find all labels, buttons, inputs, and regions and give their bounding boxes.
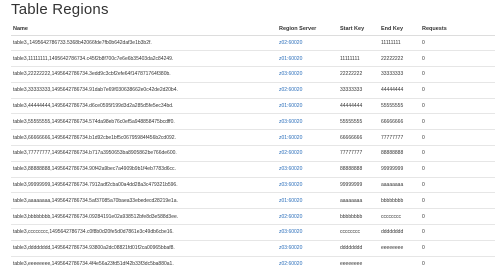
requests-cell: 0 — [420, 34, 495, 51]
table-row: table3,22222222,1495642786734.3edd9c3cbf… — [11, 66, 495, 83]
region-server-link[interactable]: z01:60020 — [277, 129, 338, 146]
start-key-cell: dddddddd — [338, 239, 379, 257]
end-key-cell: eeeeeeee — [379, 239, 420, 257]
table-row: table3,44444444,1495642786734.d6ce0595f1… — [11, 97, 495, 114]
requests-cell: 0 — [420, 145, 495, 162]
requests-cell: 0 — [420, 66, 495, 83]
start-key-cell: aaaaaaaa — [338, 192, 379, 209]
start-key-cell: eeeeeeee — [338, 255, 379, 272]
region-server-link[interactable]: z01:60020 — [277, 50, 338, 67]
table-row: table3,88888888,1495642786734.90f42a9bec… — [11, 160, 495, 178]
table-row: table3,eeeeeeee,1495642786734.4f4e56a23f… — [11, 255, 495, 272]
requests-cell: 0 — [420, 50, 495, 67]
requests-cell: 0 — [420, 192, 495, 209]
requests-cell: 0 — [420, 81, 495, 99]
start-key-cell: cccccccc — [338, 224, 379, 241]
region-name-cell: table3,77777777,1495642786734.b717a39506… — [11, 145, 277, 162]
region-server-link[interactable]: z03:60020 — [277, 113, 338, 130]
start-key-cell: 44444444 — [338, 97, 379, 114]
region-name-cell: table3,,1495642786733.5368b42066fde7fb0b… — [11, 34, 277, 51]
column-header-end-key: End Key — [379, 23, 420, 36]
start-key-cell: 22222222 — [338, 66, 379, 83]
region-server-link[interactable]: z03:60020 — [277, 239, 338, 257]
end-key-cell: 11111111 — [379, 34, 420, 51]
requests-cell: 0 — [420, 129, 495, 146]
table-row: table3,dddddddd,1495642786734.93800a2dc0… — [11, 239, 495, 257]
start-key-cell: 88888888 — [338, 160, 379, 178]
table-row: table3,aaaaaaaa,1495642786734.5af37085a7… — [11, 192, 495, 209]
region-name-cell: table3,22222222,1495642786734.3edd9c3cbf… — [11, 66, 277, 83]
start-key-cell: 33333333 — [338, 81, 379, 99]
region-name-cell: table3,aaaaaaaa,1495642786734.5af37085a7… — [11, 192, 277, 209]
start-key-cell: 77777777 — [338, 145, 379, 162]
column-header-requests: Requests — [420, 23, 495, 36]
table-header-row: Name Region Server Start Key End Key Req… — [11, 23, 495, 36]
table-row: table3,33333333,1495642786734.91dab7e69f… — [11, 81, 495, 99]
requests-cell: 0 — [420, 208, 495, 225]
start-key-cell: 66666666 — [338, 129, 379, 146]
requests-cell: 0 — [420, 97, 495, 114]
region-server-link[interactable]: z02:60020 — [277, 81, 338, 99]
region-server-link[interactable]: z02:60020 — [277, 34, 338, 51]
end-key-cell: cccccccc — [379, 208, 420, 225]
table-row: table3,,1495642786733.5368b42066fde7fb0b… — [11, 34, 495, 51]
start-key-cell — [338, 34, 379, 51]
start-key-cell: 55555555 — [338, 113, 379, 130]
region-server-link[interactable]: z01:60020 — [277, 97, 338, 114]
table-row: table3,cccccccc,1495642786734.c0f8b0d20f… — [11, 224, 495, 241]
end-key-cell — [379, 255, 420, 272]
requests-cell: 0 — [420, 113, 495, 130]
start-key-cell: 11111111 — [338, 50, 379, 67]
end-key-cell: 77777777 — [379, 129, 420, 146]
region-name-cell: table3,55555555,1495642786734.574da98eb7… — [11, 113, 277, 130]
requests-cell: 0 — [420, 239, 495, 257]
region-name-cell: table3,33333333,1495642786734.91dab7e69f… — [11, 81, 277, 99]
column-header-start-key: Start Key — [338, 23, 379, 36]
end-key-cell: 55555555 — [379, 97, 420, 114]
region-name-cell: table3,dddddddd,1495642786734.93800a2dc0… — [11, 239, 277, 257]
region-name-cell: table3,11111111,1495642786734.c45f2b8f70… — [11, 50, 277, 67]
page-title: Table Regions — [11, 1, 109, 18]
region-server-link[interactable]: z02:60020 — [277, 145, 338, 162]
end-key-cell: dddddddd — [379, 224, 420, 241]
region-name-cell: table3,66666666,1495642786734.b1d92cbe1b… — [11, 129, 277, 146]
table-row: table3,11111111,1495642786734.c45f2b8f70… — [11, 50, 495, 67]
requests-cell: 0 — [420, 176, 495, 193]
region-name-cell: table3,44444444,1495642786734.d6ce0595f1… — [11, 97, 277, 114]
end-key-cell: 22222222 — [379, 50, 420, 67]
end-key-cell: bbbbbbbb — [379, 192, 420, 209]
region-server-link[interactable]: z03:60020 — [277, 224, 338, 241]
end-key-cell: 88888888 — [379, 145, 420, 162]
end-key-cell: aaaaaaaa — [379, 176, 420, 193]
region-server-link[interactable]: z03:60020 — [277, 160, 338, 178]
regions-table: Name Region Server Start Key End Key Req… — [11, 23, 495, 272]
region-server-link[interactable]: z03:60020 — [277, 176, 338, 193]
region-server-link[interactable]: z02:60020 — [277, 255, 338, 272]
requests-cell: 0 — [420, 255, 495, 272]
table-row: table3,77777777,1495642786734.b717a39506… — [11, 145, 495, 162]
region-name-cell: table3,bbbbbbbb,1495642786734.09284191e0… — [11, 208, 277, 225]
table-row: table3,66666666,1495642786734.b1d92cbe1b… — [11, 129, 495, 146]
column-header-name: Name — [11, 23, 277, 36]
region-name-cell: table3,cccccccc,1495642786734.c0f8b0d20f… — [11, 224, 277, 241]
region-server-link[interactable]: z02:60020 — [277, 208, 338, 225]
end-key-cell: 99999999 — [379, 160, 420, 178]
region-server-link[interactable]: z01:60020 — [277, 192, 338, 209]
requests-cell: 0 — [420, 160, 495, 178]
region-name-cell: table3,88888888,1495642786734.90f42a9bec… — [11, 160, 277, 178]
requests-cell: 0 — [420, 224, 495, 241]
region-server-link[interactable]: z03:60020 — [277, 66, 338, 83]
end-key-cell: 44444444 — [379, 81, 420, 99]
start-key-cell: bbbbbbbb — [338, 208, 379, 225]
table-row: table3,55555555,1495642786734.574da98eb7… — [11, 113, 495, 130]
start-key-cell: 99999999 — [338, 176, 379, 193]
end-key-cell: 33333333 — [379, 66, 420, 83]
column-header-region-server: Region Server — [277, 23, 338, 36]
end-key-cell: 66666666 — [379, 113, 420, 130]
region-name-cell: table3,99999999,1495642786734.7912adf2cb… — [11, 176, 277, 193]
region-name-cell: table3,eeeeeeee,1495642786734.4f4e56a23f… — [11, 255, 277, 272]
table-row: table3,99999999,1495642786734.7912adf2cb… — [11, 176, 495, 193]
table-row: table3,bbbbbbbb,1495642786734.09284191e0… — [11, 208, 495, 225]
